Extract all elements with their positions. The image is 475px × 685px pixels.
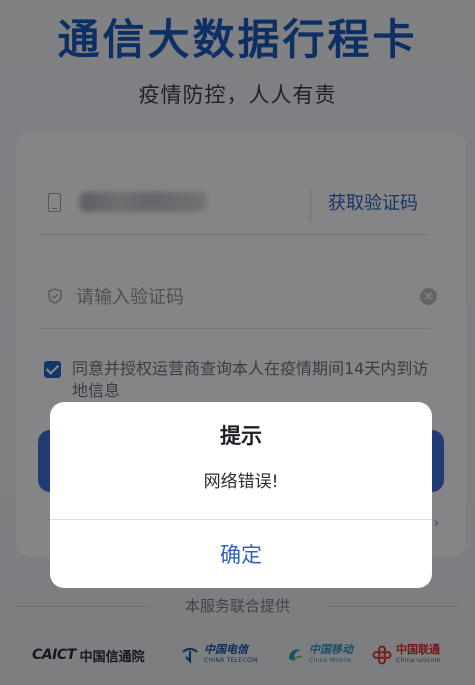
confirm-button[interactable]: 确定 [50, 520, 432, 588]
alert-dialog: 提示 网络错误! 确定 [50, 402, 432, 588]
trip-card-page: 通信大数据行程卡 疫情防控，人人有责 获取验证码 × 同意并授权运营商查询本人在… [0, 0, 475, 685]
dialog-message: 网络错误! [203, 472, 279, 492]
dialog-title: 提示 [220, 424, 262, 448]
